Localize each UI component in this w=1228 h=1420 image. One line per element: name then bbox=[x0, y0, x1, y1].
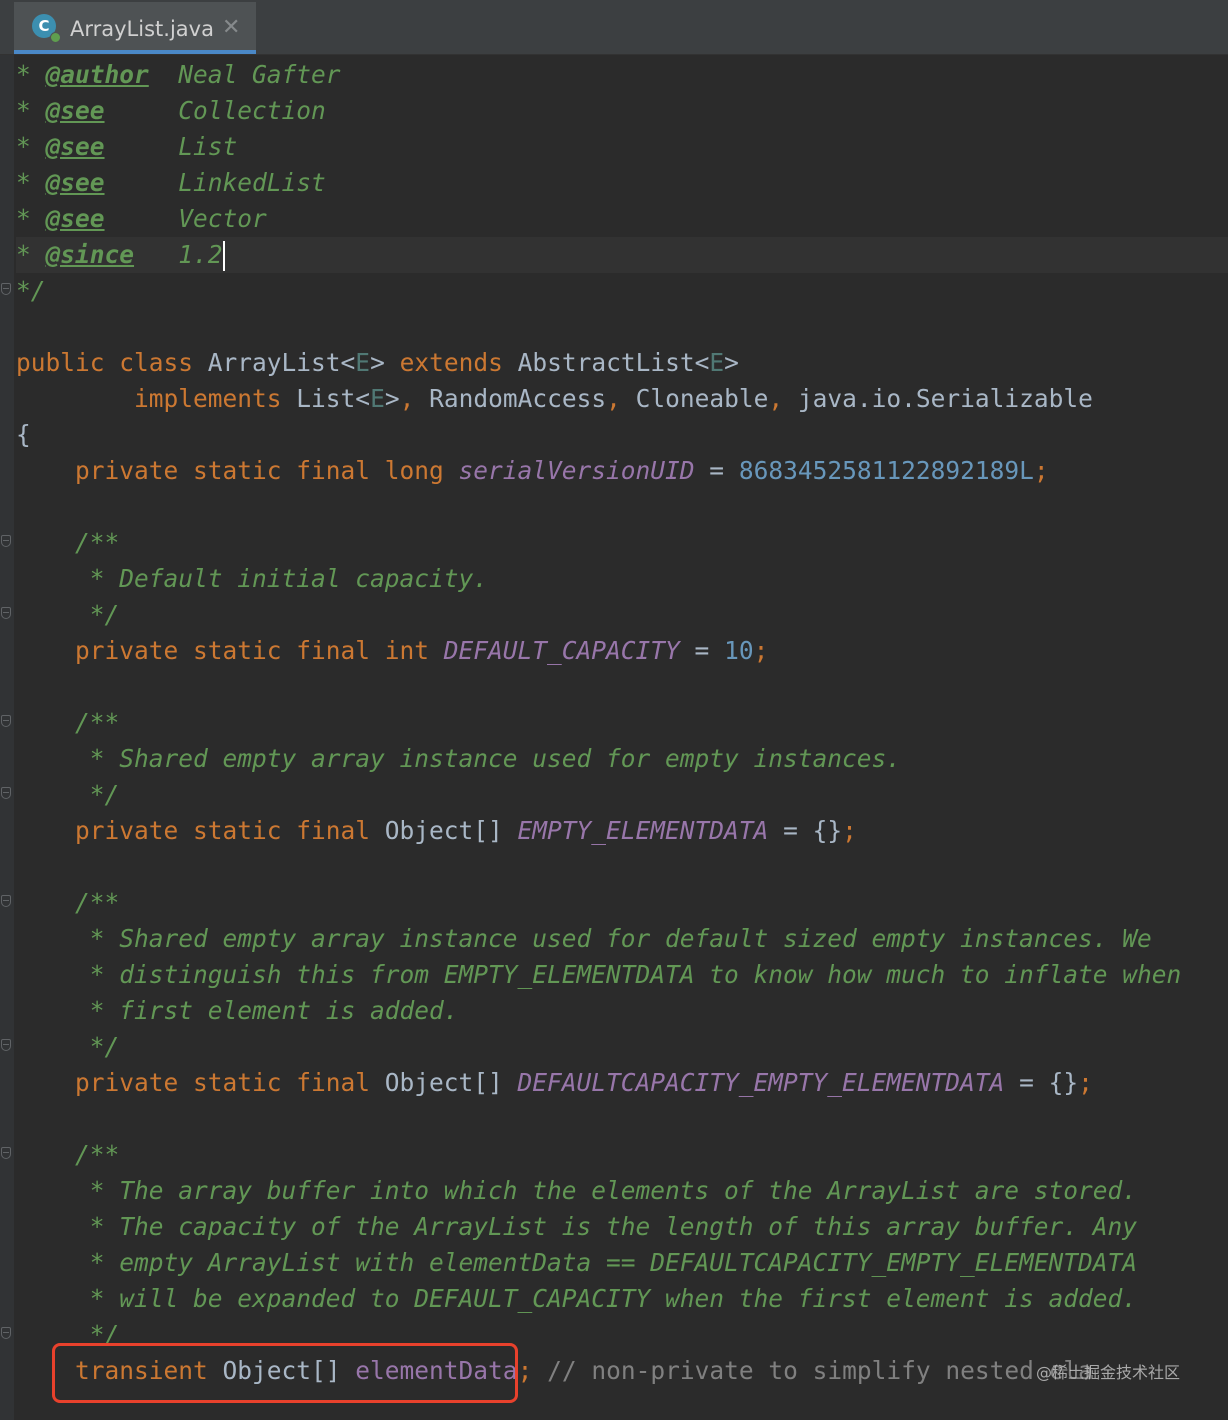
fold-marker-icon[interactable] bbox=[1, 1327, 11, 1339]
element-data-highlight-box bbox=[52, 1343, 518, 1403]
close-icon[interactable]: ✕ bbox=[222, 14, 240, 42]
code-line: * The array buffer into which the elemen… bbox=[16, 1176, 1138, 1205]
implements-line: implements List<E>, RandomAccess, Clonea… bbox=[134, 384, 1093, 413]
code-line: /** bbox=[16, 888, 120, 917]
watermark: @稀土掘金技术社区 bbox=[1036, 1363, 1181, 1382]
code-line: * Shared empty array instance used for d… bbox=[16, 924, 1152, 953]
code-editor[interactable]: * @author Neal Gafter * @see Collection … bbox=[16, 57, 1228, 1389]
ide-window: C ArrayList.java ✕ * @author Neal Gafter… bbox=[0, 0, 1228, 1420]
code-line: /** bbox=[16, 528, 120, 557]
code-line: /** bbox=[16, 1140, 120, 1169]
fold-marker-icon[interactable] bbox=[1, 1147, 11, 1159]
code-line: * The capacity of the ArrayList is the l… bbox=[16, 1212, 1138, 1241]
fold-marker-icon[interactable] bbox=[1, 895, 11, 907]
current-code-line: * @since 1.2 bbox=[16, 237, 1228, 273]
fold-marker-icon[interactable] bbox=[1, 607, 11, 619]
fold-marker-icon[interactable] bbox=[1, 283, 11, 295]
field-declaration-line: private static final Object[] EMPTY_ELEM… bbox=[75, 816, 857, 845]
tab-arraylist-java[interactable]: C ArrayList.java ✕ bbox=[14, 2, 256, 54]
code-line: * Default initial capacity. bbox=[16, 564, 489, 593]
code-line: * distinguish this from EMPTY_ELEMENTDAT… bbox=[16, 960, 1182, 989]
class-declaration-line: public class ArrayList<E> extends Abstra… bbox=[16, 348, 739, 377]
editor-gutter bbox=[0, 55, 14, 1420]
code-line: * @see List bbox=[16, 132, 238, 161]
code-line: * @see Vector bbox=[16, 204, 267, 233]
code-line: */ bbox=[16, 276, 46, 305]
code-line: * @see LinkedList bbox=[16, 168, 326, 197]
fold-marker-icon[interactable] bbox=[1, 1039, 11, 1051]
code-line: * empty ArrayList with elementData == DE… bbox=[16, 1248, 1138, 1277]
field-declaration-line: private static final Object[] DEFAULTCAP… bbox=[75, 1068, 1093, 1097]
code-line: * first element is added. bbox=[16, 996, 459, 1025]
fold-marker-icon[interactable] bbox=[1, 715, 11, 727]
field-declaration-line: private static final int DEFAULT_CAPACIT… bbox=[75, 636, 769, 665]
code-line: * will be expanded to DEFAULT_CAPACITY w… bbox=[16, 1284, 1138, 1313]
fold-marker-icon[interactable] bbox=[1, 787, 11, 799]
code-line: */ bbox=[16, 600, 120, 629]
active-tab-indicator bbox=[14, 50, 256, 54]
text-caret bbox=[222, 241, 225, 271]
code-line: * @see Collection bbox=[16, 96, 326, 125]
class-badge-icon bbox=[50, 32, 61, 43]
code-line: */ bbox=[16, 780, 120, 809]
editor-tab-bar: C ArrayList.java ✕ bbox=[0, 0, 1228, 55]
code-line: * Shared empty array instance used for e… bbox=[16, 744, 902, 773]
tab-title: ArrayList.java bbox=[70, 17, 214, 41]
code-line: /** bbox=[16, 708, 120, 737]
code-line: */ bbox=[16, 1032, 120, 1061]
code-line: * @author Neal Gafter bbox=[16, 60, 341, 89]
field-declaration-line: private static final long serialVersionU… bbox=[75, 456, 1049, 485]
fold-marker-icon[interactable] bbox=[1, 535, 11, 547]
code-line: { bbox=[16, 420, 31, 449]
